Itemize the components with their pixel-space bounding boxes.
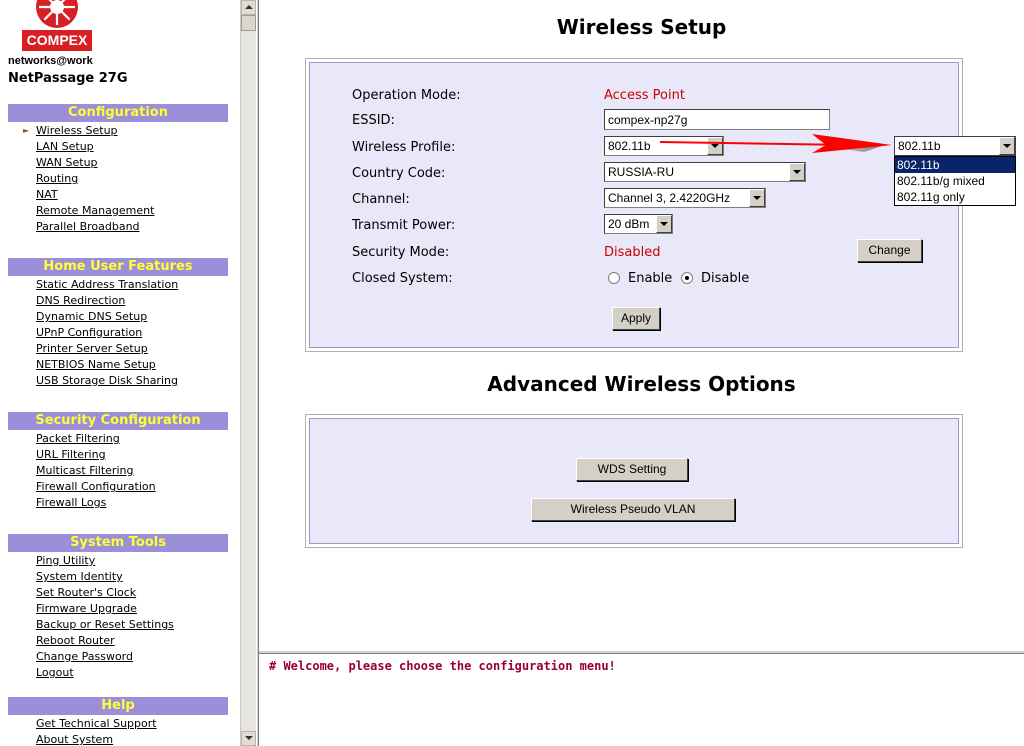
welcome-message: # Welcome, please choose the configurati…	[269, 659, 616, 673]
change-security-button[interactable]: Change	[857, 239, 922, 262]
nav-item-static-address-translation[interactable]: Static Address Translation	[36, 277, 178, 293]
nav-item-url-filtering[interactable]: URL Filtering	[36, 447, 156, 463]
channel-label: Channel:	[352, 192, 410, 207]
nav-list-home-user-features: Static Address Translation DNS Redirecti…	[36, 277, 178, 389]
channel-value: Channel 3, 2.4220GHz	[608, 191, 731, 205]
country-code-label: Country Code:	[352, 166, 446, 181]
nav-item-upnp-configuration[interactable]: UPnP Configuration	[36, 325, 178, 341]
logo-starburst-icon	[36, 0, 78, 28]
logo-text: COMPEX	[22, 30, 92, 51]
section-header-system-tools: System Tools	[8, 534, 228, 552]
wireless-setup-panel: Operation Mode: Access Point ESSID: Wire…	[305, 58, 963, 352]
nav-list-help: Get Technical Support About System	[36, 716, 157, 746]
closed-system-label: Closed System:	[352, 271, 453, 286]
arrow-down-icon	[245, 736, 253, 740]
scroll-down-button[interactable]	[241, 731, 256, 746]
nav-item-nat[interactable]: NAT	[36, 187, 154, 203]
nav-list-system-tools: Ping Utility System Identity Set Router'…	[36, 553, 174, 681]
section-header-security-configuration: Security Configuration	[8, 412, 228, 430]
channel-select[interactable]: Channel 3, 2.4220GHz	[604, 188, 766, 208]
nav-item-routing[interactable]: Routing	[36, 171, 154, 187]
security-mode-value: Disabled	[604, 245, 661, 260]
nav-item-firewall-logs[interactable]: Firewall Logs	[36, 495, 156, 511]
nav-item-parallel-broadband[interactable]: Parallel Broadband	[36, 219, 154, 235]
transmit-power-label: Transmit Power:	[352, 218, 456, 233]
section-header-help: Help	[8, 697, 228, 715]
operation-mode-value: Access Point	[604, 88, 685, 103]
arrow-up-icon	[245, 5, 253, 9]
compex-logo: COMPEX	[22, 0, 92, 52]
nav-item-logout[interactable]: Logout	[36, 665, 174, 681]
scroll-up-button[interactable]	[241, 0, 256, 15]
nav-item-packet-filtering[interactable]: Packet Filtering	[36, 431, 156, 447]
country-code-value: RUSSIA-RU	[608, 165, 675, 179]
sidebar-scrollbar[interactable]	[240, 0, 256, 746]
nav-item-printer-server-setup[interactable]: Printer Server Setup	[36, 341, 178, 357]
transmit-power-value: 20 dBm	[608, 217, 650, 231]
chevron-down-icon[interactable]	[789, 163, 805, 181]
wireless-profile-value: 802.11b	[608, 139, 651, 153]
wireless-pseudo-vlan-button[interactable]: Wireless Pseudo VLAN	[531, 498, 735, 521]
wds-setting-button[interactable]: WDS Setting	[576, 458, 688, 481]
profile-dropdown-callout[interactable]: 802.11b	[894, 136, 1016, 156]
advanced-wireless-form: WDS Setting Wireless Pseudo VLAN	[309, 418, 959, 544]
section-header-home-user-features: Home User Features	[8, 258, 228, 276]
essid-label: ESSID:	[352, 113, 395, 128]
nav-item-backup-or-reset-settings[interactable]: Backup or Reset Settings	[36, 617, 174, 633]
nav-item-change-password[interactable]: Change Password	[36, 649, 174, 665]
device-model: NetPassage 27G	[8, 71, 128, 86]
security-mode-label: Security Mode:	[352, 245, 450, 260]
brand-tagline: networks@work	[8, 55, 93, 67]
wireless-profile-label: Wireless Profile:	[352, 140, 456, 155]
apply-button[interactable]: Apply	[612, 307, 660, 330]
essid-input[interactable]	[604, 109, 830, 130]
nav-list-security-configuration: Packet Filtering URL Filtering Multicast…	[36, 431, 156, 511]
nav-item-firewall-configuration[interactable]: Firewall Configuration	[36, 479, 156, 495]
nav-item-remote-management[interactable]: Remote Management	[36, 203, 154, 219]
wireless-profile-select[interactable]: 802.11b	[604, 136, 724, 156]
closed-system-disable-radio[interactable]	[681, 272, 693, 284]
nav-list-configuration: ► Wireless Setup LAN Setup WAN Setup Rout…	[23, 123, 154, 235]
nav-item-dns-redirection[interactable]: DNS Redirection	[36, 293, 178, 309]
wireless-setup-form: Operation Mode: Access Point ESSID: Wire…	[309, 62, 959, 348]
nav-item-lan-setup[interactable]: LAN Setup	[36, 139, 154, 155]
page-title-wireless-setup: Wireless Setup	[556, 15, 727, 39]
nav-item-dynamic-dns-setup[interactable]: Dynamic DNS Setup	[36, 309, 178, 325]
scroll-thumb[interactable]	[241, 15, 256, 31]
closed-system-enable-radio[interactable]	[608, 272, 620, 284]
nav-item-wan-setup[interactable]: WAN Setup	[36, 155, 154, 171]
closed-system-disable-label: Disable	[701, 271, 750, 286]
dropdown-option-80211bg-mixed[interactable]: 802.11b/g mixed	[895, 173, 1015, 189]
nav-item-wireless-setup[interactable]: ► Wireless Setup	[23, 123, 154, 139]
section-header-configuration: Configuration	[8, 104, 228, 122]
chevron-down-icon[interactable]	[999, 137, 1015, 155]
operation-mode-label: Operation Mode:	[352, 88, 461, 103]
nav-item-reboot-router[interactable]: Reboot Router	[36, 633, 174, 649]
sidebar-frame: COMPEX networks@work NetPassage 27G Conf…	[0, 0, 240, 746]
nav-item-netbios-name-setup[interactable]: NETBIOS Name Setup	[36, 357, 178, 373]
main-frame: Wireless Setup Operation Mode: Access Po…	[259, 0, 1024, 650]
page-title-advanced-wireless: Advanced Wireless Options	[487, 372, 796, 396]
message-frame: # Welcome, please choose the configurati…	[259, 654, 1024, 746]
chevron-down-icon[interactable]	[749, 189, 765, 207]
chevron-down-icon[interactable]	[656, 215, 672, 233]
nav-item-set-routers-clock[interactable]: Set Router's Clock	[36, 585, 174, 601]
nav-item-usb-storage-disk-sharing[interactable]: USB Storage Disk Sharing	[36, 373, 178, 389]
country-code-select[interactable]: RUSSIA-RU	[604, 162, 806, 182]
dropdown-option-80211b[interactable]: 802.11b	[895, 157, 1015, 173]
nav-item-get-technical-support[interactable]: Get Technical Support	[36, 716, 157, 732]
profile-dropdown-options: 802.11b 802.11b/g mixed 802.11g only	[894, 156, 1016, 206]
dropdown-option-80211g-only[interactable]: 802.11g only	[895, 189, 1015, 205]
nav-item-ping-utility[interactable]: Ping Utility	[36, 553, 174, 569]
nav-item-firmware-upgrade[interactable]: Firmware Upgrade	[36, 601, 174, 617]
nav-item-system-identity[interactable]: System Identity	[36, 569, 174, 585]
advanced-wireless-panel: WDS Setting Wireless Pseudo VLAN	[305, 414, 963, 548]
closed-system-enable-label: Enable	[628, 271, 673, 286]
chevron-down-icon[interactable]	[707, 137, 723, 155]
profile-dropdown-value: 802.11b	[898, 139, 941, 153]
nav-item-about-system[interactable]: About System	[36, 732, 157, 746]
active-bullet-icon: ►	[23, 126, 30, 135]
transmit-power-select[interactable]: 20 dBm	[604, 214, 673, 234]
nav-item-multicast-filtering[interactable]: Multicast Filtering	[36, 463, 156, 479]
